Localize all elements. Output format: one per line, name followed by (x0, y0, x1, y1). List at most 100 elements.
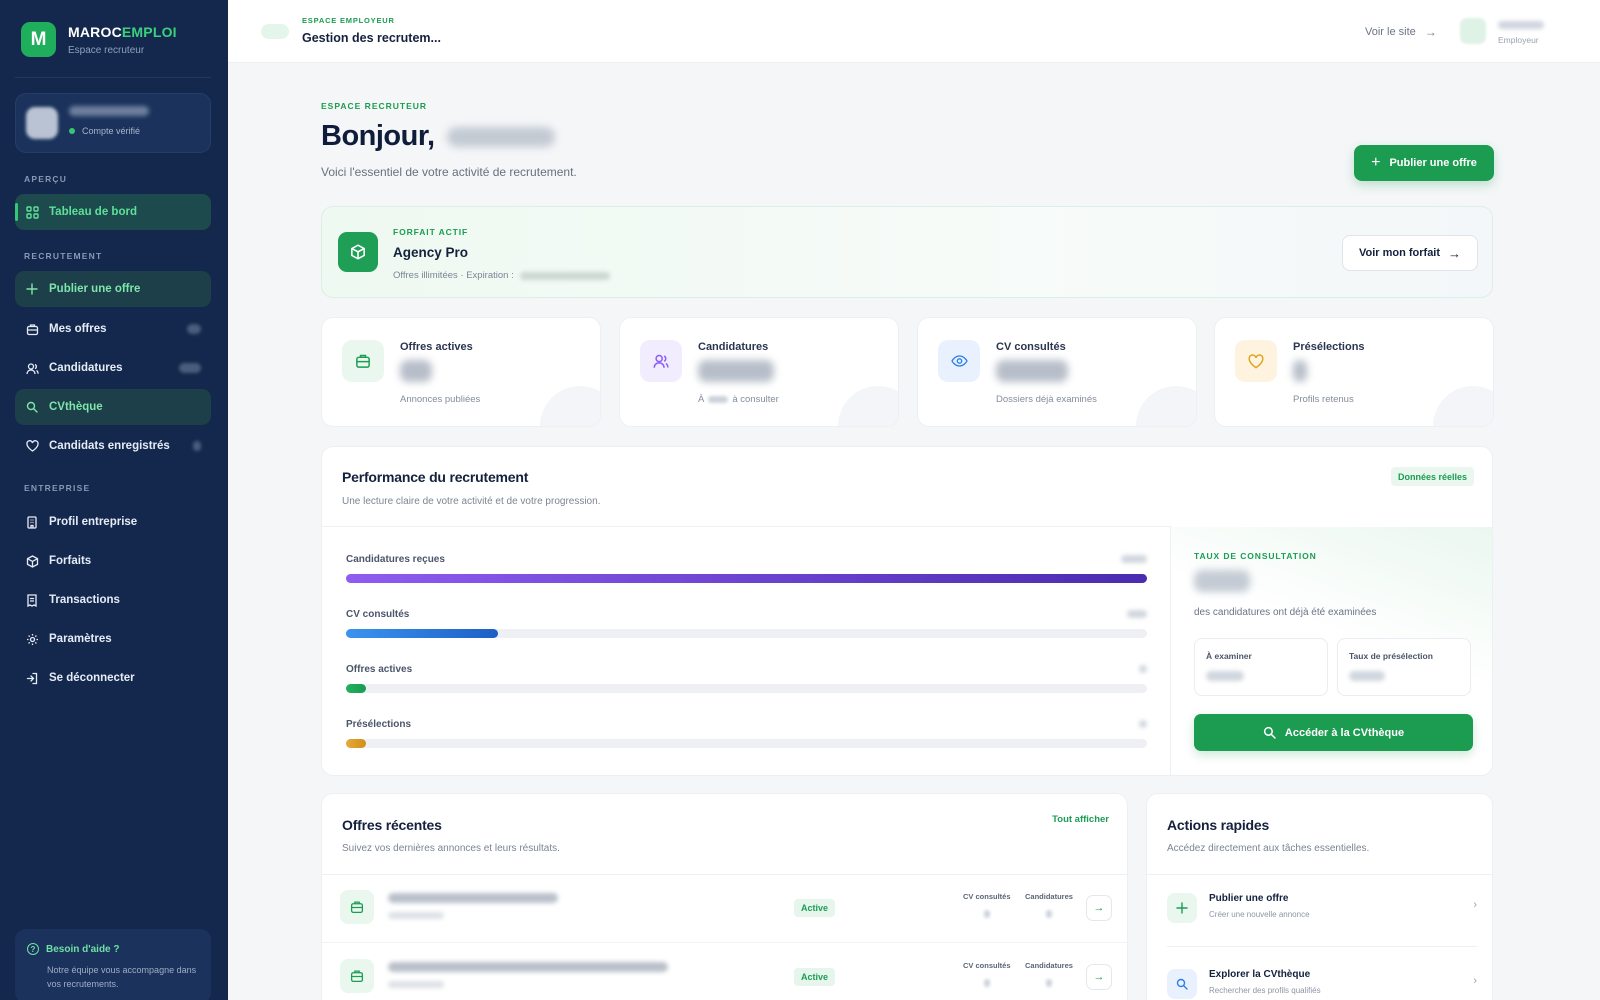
dashboard-icon (25, 205, 39, 219)
sidebar-item-dashboard[interactable]: Tableau de bord (15, 194, 211, 230)
sidebar: M MAROCEMPLOI Espace recruteur Compte vé… (0, 0, 228, 1000)
divider (322, 942, 1127, 943)
recent-offers-title: Offres récentes (342, 817, 442, 833)
plan-description: Offres illimitées · Expiration : (393, 270, 610, 281)
mini-stat-shortlist-rate: Taux de présélection (1337, 638, 1471, 696)
help-description: Notre équipe vous accompagne dans vos re… (47, 965, 197, 989)
users-icon (25, 361, 39, 375)
stat-value-redacted (698, 360, 774, 382)
chevron-right-icon: › (1473, 899, 1477, 911)
sidebar-item-saved-candidates[interactable]: Candidats enregistrés (15, 428, 211, 464)
value-redacted (1206, 671, 1244, 681)
brand-name: MAROCEMPLOI (68, 23, 177, 40)
chevron-right-icon: › (1473, 975, 1477, 987)
stat-value-redacted (400, 360, 432, 382)
search-icon (1263, 726, 1276, 739)
stat-card-shortlists[interactable]: Présélections Profils retenus (1214, 317, 1494, 427)
view-plan-button[interactable]: Voir mon forfait → (1342, 235, 1478, 271)
recent-offers-subtitle: Suivez vos dernières annonces et leurs r… (342, 843, 560, 854)
sidebar-item-logout[interactable]: Se déconnecter (15, 660, 211, 696)
stat-description: Annonces publiées (400, 394, 481, 405)
building-icon (25, 515, 39, 529)
sidebar-item-cv-library[interactable]: CVthèque (15, 389, 211, 425)
brand-subtitle: Espace recruteur (68, 44, 145, 56)
users-icon (640, 340, 682, 382)
account-card[interactable]: Compte vérifié (15, 93, 211, 153)
sidebar-item-settings[interactable]: Paramètres (15, 621, 211, 657)
open-offer-button[interactable]: → (1086, 895, 1112, 921)
help-card[interactable]: ? Besoin d'aide ? Notre équipe vous accom… (15, 929, 211, 1000)
section-label-overview: APERÇU (24, 174, 68, 184)
greeting-subtitle: Voici l'essentiel de votre activité de r… (321, 165, 577, 179)
active-plan-card: FORFAIT ACTIF Agency Pro Offres illimité… (321, 206, 1493, 298)
eye-icon (938, 340, 980, 382)
sidebar-item-company-profile[interactable]: Profil entreprise (15, 504, 211, 540)
open-offer-button[interactable]: → (1086, 964, 1112, 990)
offer-row[interactable]: Active CV consultés Candidatures → (322, 944, 1127, 1000)
search-icon (25, 400, 39, 414)
publish-offer-button[interactable]: + Publier une offre (1354, 145, 1494, 181)
progress-fill (346, 739, 367, 748)
performance-card: Performance du recrutement Une lecture c… (321, 446, 1493, 776)
real-data-badge: Données réelles (1390, 467, 1474, 486)
plan-name: Agency Pro (393, 245, 469, 260)
cv-viewed-column: CV consultés (963, 961, 1011, 987)
stat-card-applications[interactable]: Candidatures Àà consulter (619, 317, 899, 427)
status-dot (69, 128, 75, 134)
plus-icon (25, 282, 39, 296)
performance-title: Performance du recrutement (342, 469, 529, 485)
user-name-redacted (1498, 21, 1544, 29)
progress-track (346, 684, 1147, 693)
stat-card-active-offers[interactable]: Offres actives Annonces publiées (321, 317, 601, 427)
avatar (26, 107, 58, 139)
stat-label: Présélections (1293, 341, 1365, 353)
package-icon (25, 554, 39, 568)
account-name-redacted (69, 106, 149, 116)
sidebar-item-my-offers[interactable]: Mes offres (15, 311, 211, 347)
arrow-right-icon: → (1093, 971, 1105, 983)
plus-icon: + (1371, 154, 1381, 171)
status-badge: Active (794, 968, 836, 986)
package-icon (338, 232, 378, 272)
view-site-link[interactable]: Voir le site → (1365, 25, 1437, 39)
value-redacted (1139, 665, 1147, 673)
progress-row-active-offers: Offres actives (346, 664, 1147, 693)
sidebar-item-publish-offer[interactable]: Publier une offre (15, 271, 211, 307)
stat-card-cv-viewed[interactable]: CV consultés Dossiers déjà examinés (917, 317, 1197, 427)
applications-column: Candidatures (1025, 961, 1073, 987)
quick-action-publish-offer[interactable]: Publier une offre Créer une nouvelle ann… (1167, 887, 1477, 933)
avatar (1460, 18, 1486, 44)
user-menu[interactable]: Employeur (1460, 18, 1544, 45)
value-redacted (1349, 671, 1385, 681)
progress-track (346, 629, 1147, 638)
quick-actions-subtitle: Accédez directement aux tâches essentiel… (1167, 843, 1370, 854)
stat-description: Profils retenus (1293, 394, 1354, 405)
quick-action-explore-cv-library[interactable]: Explorer la CVthèque Rechercher des prof… (1167, 963, 1477, 1000)
arrow-right-icon: → (1424, 25, 1437, 39)
brand[interactable]: M MAROCEMPLOI Espace recruteur (21, 22, 177, 57)
search-icon (1167, 969, 1197, 999)
offer-title-redacted (388, 962, 668, 972)
offer-row[interactable]: Active CV consultés Candidatures → (322, 875, 1127, 943)
cv-viewed-column: CV consultés (963, 892, 1011, 918)
consultation-rate-panel: TAUX DE CONSULTATION des candidatures on… (1171, 527, 1492, 775)
rate-value-redacted (1194, 570, 1250, 592)
quick-actions-title: Actions rapides (1167, 817, 1270, 833)
account-status: Compte vérifié (69, 126, 140, 136)
open-cv-library-button[interactable]: Accéder à la CVthèque (1194, 714, 1473, 751)
breadcrumb-pill[interactable] (261, 24, 289, 39)
plus-icon (1167, 893, 1197, 923)
section-label-company: ENTREPRISE (24, 483, 91, 493)
progress-row-applications: Candidatures reçues (346, 554, 1147, 583)
stat-description: Dossiers déjà examinés (996, 394, 1097, 405)
count-badge (179, 363, 201, 373)
arrow-right-icon: → (1093, 902, 1105, 914)
sidebar-item-plans[interactable]: Forfaits (15, 543, 211, 579)
top-bar: ESPACE EMPLOYEUR Gestion des recrutem...… (228, 0, 1600, 63)
status-badge: Active (794, 899, 836, 917)
view-all-link[interactable]: Tout afficher (1052, 814, 1109, 825)
page-title: Gestion des recrutem... (302, 31, 441, 45)
sidebar-item-transactions[interactable]: Transactions (15, 582, 211, 618)
sidebar-item-applications[interactable]: Candidatures (15, 350, 211, 386)
section-kicker: ESPACE RECRUTEUR (321, 101, 428, 111)
